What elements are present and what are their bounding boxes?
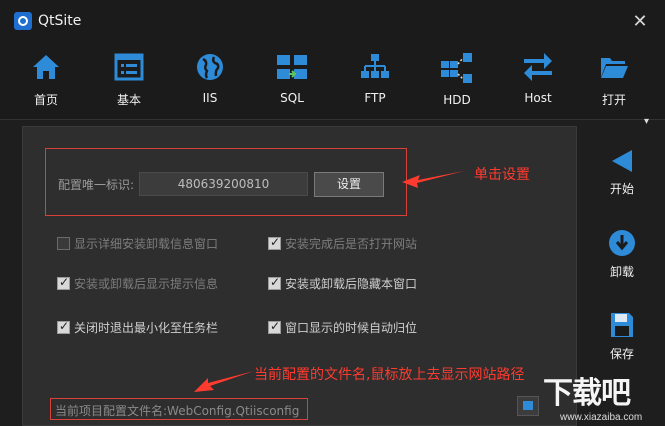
toolbar-ftp-button[interactable]: FTP <box>339 48 411 116</box>
arrows-icon <box>524 53 552 81</box>
option-show-tip-checkbox[interactable]: 安装或卸载后显示提示信息 <box>57 275 218 292</box>
toolbar-open-label: 打开 <box>601 93 626 107</box>
toolbar-hdd-label: HDD <box>443 93 471 107</box>
toolbar-basic-label: 基本 <box>116 93 141 107</box>
download-circle-icon <box>609 230 635 256</box>
toolbar-host-button[interactable]: Host <box>502 48 574 116</box>
save-label: 保存 <box>609 347 634 361</box>
start-label: 开始 <box>609 182 634 196</box>
globe-icon <box>197 54 223 80</box>
option-label: 安装或卸载后隐藏本窗口 <box>285 277 418 291</box>
annotation-arrow-icon <box>402 171 464 188</box>
open-folder-button[interactable] <box>517 396 539 416</box>
option-label: 安装或卸载后显示提示信息 <box>74 277 219 291</box>
list-icon <box>114 53 144 81</box>
window-title: QtSite <box>38 13 82 29</box>
toolbar-iis-label: IIS <box>202 91 218 105</box>
annotation-arrow-icon <box>194 371 254 392</box>
checkbox-checked-box <box>268 235 281 250</box>
toolbar-host-label: Host <box>524 91 552 105</box>
title-bar: QtSite ✕ <box>0 0 665 44</box>
option-label: 关闭时退出最小化至任务栏 <box>74 321 219 335</box>
network-icon <box>361 54 389 78</box>
save-button[interactable]: 保存 <box>592 311 652 362</box>
toolbar-home-label: 首页 <box>33 93 58 107</box>
option-minimize-tray-checkbox[interactable]: 关闭时退出最小化至任务栏 <box>57 319 218 336</box>
annotation-file-hint: 当前配置的文件名,鼠标放上去显示网站路径 <box>254 367 525 383</box>
toolbar-sql-label: SQL <box>280 91 304 105</box>
close-button[interactable]: ✕ <box>628 10 652 34</box>
watermark-logo: 下载吧 <box>543 376 631 411</box>
uninstall-label: 卸载 <box>609 265 634 279</box>
option-auto-position-checkbox[interactable]: 窗口显示的时候自动归位 <box>268 319 417 336</box>
uninstall-button[interactable]: 卸载 <box>592 229 652 280</box>
folder-icon <box>601 58 628 78</box>
app-logo-icon <box>14 12 32 30</box>
main-toolbar: 首页 基本 IIS SQL FTP HDD Host 打开 ▾ <box>0 44 665 127</box>
annotation-set-hint: 单击设置 <box>474 167 530 183</box>
hdd-icon <box>441 53 472 83</box>
home-icon <box>33 55 59 79</box>
checkbox-checked-box <box>57 319 70 334</box>
transfer-icon <box>277 55 307 79</box>
toolbar-overflow-icon[interactable]: ▾ <box>644 116 654 127</box>
toolbar-ftp-label: FTP <box>364 91 386 105</box>
option-show-detail-checkbox[interactable]: 显示详细安装卸载信息窗口 <box>57 235 218 252</box>
start-button[interactable]: 开始 <box>592 148 652 197</box>
checkbox-checked-box <box>268 319 281 334</box>
set-button[interactable]: 设置 <box>314 172 384 197</box>
toolbar-sql-button[interactable]: SQL <box>256 48 328 116</box>
config-file-name[interactable]: 当前项目配置文件名:WebConfig.Qtiisconfig <box>55 402 299 419</box>
option-label: 显示详细安装卸载信息窗口 <box>74 237 219 251</box>
toolbar-iis-button[interactable]: IIS <box>174 48 246 116</box>
option-open-site-checkbox[interactable]: 安装完成后是否打开网站 <box>268 235 417 252</box>
checkbox-checked-box <box>57 275 70 290</box>
toolbar-home-button[interactable]: 首页 <box>10 48 82 116</box>
config-id-input[interactable]: 480639200810 <box>139 172 308 196</box>
toolbar-hdd-button[interactable]: HDD <box>421 48 493 116</box>
checkbox-box <box>57 237 70 250</box>
floppy-disk-icon <box>611 313 633 337</box>
option-label: 窗口显示的时候自动归位 <box>285 321 418 335</box>
play-left-icon <box>612 150 632 172</box>
option-label: 安装完成后是否打开网站 <box>285 237 418 251</box>
config-id-label: 配置唯一标识: <box>58 178 135 192</box>
toolbar-basic-button[interactable]: 基本 <box>93 48 165 116</box>
watermark-url: www.xiazaiba.com <box>560 412 643 423</box>
checkbox-checked-box <box>268 275 281 290</box>
option-hide-window-checkbox[interactable]: 安装或卸载后隐藏本窗口 <box>268 275 417 292</box>
toolbar-open-button[interactable]: 打开 <box>578 48 650 116</box>
